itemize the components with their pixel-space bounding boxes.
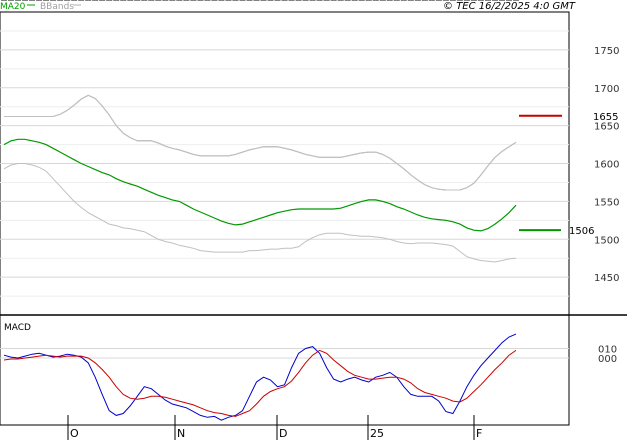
gridlines <box>0 30 569 359</box>
price-tick-label: 1750 <box>594 46 619 57</box>
bband-upper <box>4 94 517 191</box>
bband-upper-line-2 <box>4 94 517 191</box>
header-legend: MA20 BBands <box>0 2 81 12</box>
level-label-resistance: 1655 <box>593 112 618 123</box>
price-tick-label: 1600 <box>594 160 619 171</box>
price-tick-label: 1500 <box>594 235 619 246</box>
legend-ma20-label: MA20 <box>0 2 26 12</box>
chart-canvas: MA20 BBands © TEC 16/2/2025 4:0 GMT 1450… <box>0 0 627 440</box>
copyright-text: © TEC 16/2/2025 4:0 GMT <box>443 1 576 12</box>
macd-panel-frame <box>0 314 570 426</box>
macd-macd-line <box>3 333 517 421</box>
price-y-axis: 1450 1500 1550 1600 1650 1700 1750 <box>594 46 619 284</box>
price-tick-label: 1550 <box>594 197 619 208</box>
macd-title: MACD <box>4 323 31 333</box>
macd-tick-label: 000 <box>598 354 617 365</box>
x-tick-label: O <box>70 427 79 440</box>
level-label-support: 1506 <box>569 226 594 237</box>
x-tick-label: 25 <box>370 427 384 440</box>
x-axis: O N D 25 F <box>67 415 482 440</box>
ma20-line <box>3 138 517 232</box>
x-tick-label: N <box>177 427 185 440</box>
price-tick-label: 1650 <box>594 122 619 133</box>
price-series <box>1 0 519 263</box>
price-tick-label: 1450 <box>594 273 619 284</box>
macd-y-axis: 010000 <box>598 344 617 365</box>
x-tick-label: D <box>279 427 287 440</box>
bband-upper-line-dup <box>4 94 517 191</box>
bband-upper-line <box>4 94 517 191</box>
macd-series <box>3 333 517 421</box>
legend-bbands-label: BBands <box>40 2 74 12</box>
bband-lower-line <box>3 163 517 263</box>
price-tick-label: 1700 <box>594 84 619 95</box>
x-tick-label: F <box>476 427 482 440</box>
macd-signal-line <box>3 349 517 417</box>
